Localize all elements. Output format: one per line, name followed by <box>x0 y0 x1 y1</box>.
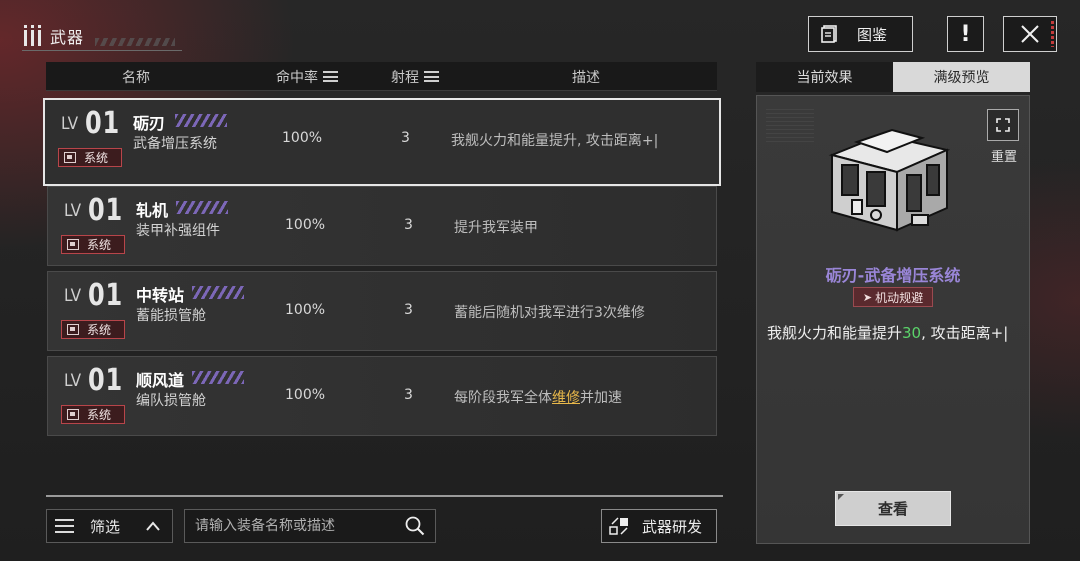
type-tag-label: 系统 <box>87 238 112 252</box>
weapon-subtitle: 蓄能损管舱 <box>136 308 206 324</box>
atlas-button[interactable]: 图鉴 <box>808 16 913 52</box>
book-icon <box>821 25 837 43</box>
weapon-description: 每阶段我军全体维修并加速 <box>454 390 622 406</box>
header-divider <box>22 50 182 51</box>
column-desc-label: 描述 <box>572 69 600 86</box>
skill-badge[interactable]: ➤ 机动规避 <box>853 287 933 307</box>
type-tag: 系统 <box>61 320 125 339</box>
filter-label: 筛选 <box>90 517 121 536</box>
level-prefix: LV <box>61 114 79 134</box>
repair-keyword-link[interactable]: 维修 <box>552 390 580 406</box>
type-tag: 系统 <box>61 405 125 424</box>
rarity-stripe <box>192 286 244 299</box>
weapon-research-button[interactable]: 武器研发 <box>601 509 717 543</box>
weapon-name: 砺刃 <box>133 114 166 133</box>
rarity-stripe <box>175 114 227 127</box>
level-prefix: LV <box>64 371 82 391</box>
rarity-stripe <box>192 371 244 384</box>
weapon-subtitle: 装甲补强组件 <box>136 223 220 239</box>
system-icon <box>67 409 79 420</box>
weapon-icon <box>24 25 41 46</box>
hit-rate: 100% <box>285 217 326 233</box>
header-decoration <box>95 38 175 46</box>
weapon-description: 我舰火力和能量提升, 攻击距离+| <box>451 133 659 149</box>
level-number: 01 <box>88 193 123 228</box>
level-number: 01 <box>85 106 120 141</box>
range-value: 3 <box>404 302 413 318</box>
reset-view-button[interactable] <box>987 109 1019 141</box>
view-button[interactable]: 查看 <box>835 491 951 526</box>
type-tag: 系统 <box>61 235 125 254</box>
close-icon <box>1021 25 1039 43</box>
table-row[interactable]: LV 01 系统 顺风道 编队损管舱 100% 3 每阶段我军全体维修并加速 <box>47 356 717 436</box>
table-row[interactable]: LV 01 系统 轧机 装甲补强组件 100% 3 提升我军装甲 <box>47 186 717 266</box>
reset-icon <box>996 118 1010 132</box>
page-title: 武器 <box>50 28 85 47</box>
table-header: 名称 命中率 射程 描述 <box>46 62 717 91</box>
panel-tabs: 当前效果 满级预览 <box>756 62 1030 92</box>
alert-button[interactable]: ! <box>947 16 984 52</box>
reset-label: 重置 <box>990 150 1017 165</box>
column-hit-sort[interactable]: 命中率 <box>276 62 338 91</box>
column-hit-label: 命中率 <box>276 69 318 86</box>
column-desc: 描述 <box>572 62 600 91</box>
table-row[interactable]: LV 01 系统 砺刃 武备增压系统 100% 3 我舰火力和能量提升, 攻击距… <box>43 98 721 186</box>
close-decoration <box>1051 21 1054 47</box>
filter-button[interactable]: 筛选 <box>46 509 173 543</box>
weapon-name: 中转站 <box>136 286 185 305</box>
bonus-value: 30 <box>902 324 922 342</box>
search-icon[interactable] <box>405 516 425 536</box>
level-number: 01 <box>88 363 123 398</box>
column-range-label: 射程 <box>391 69 419 86</box>
module-artwork <box>828 128 951 232</box>
weapon-subtitle: 武备增压系统 <box>133 136 217 152</box>
weapon-name: 顺风道 <box>136 371 185 390</box>
table-row[interactable]: LV 01 系统 中转站 蓄能损管舱 100% 3 蓄能后随机对我军进行3次维修 <box>47 271 717 351</box>
panel-decoration <box>766 108 814 142</box>
weapon-name: 轧机 <box>136 201 169 220</box>
page-header: 武器 <box>22 22 84 50</box>
search-box <box>184 509 436 543</box>
range-value: 3 <box>404 387 413 403</box>
chevron-up-icon <box>146 521 160 531</box>
weapon-description: 提升我军装甲 <box>454 220 538 236</box>
research-icon <box>609 517 628 535</box>
column-range-sort[interactable]: 射程 <box>391 62 439 91</box>
sort-icon <box>424 71 439 82</box>
weapon-research-label: 武器研发 <box>642 517 703 536</box>
bottom-divider <box>46 495 723 497</box>
item-description: 我舰火力和能量提升30, 攻击距离+| <box>767 324 1009 342</box>
level-prefix: LV <box>64 201 82 221</box>
type-tag: 系统 <box>58 148 122 167</box>
close-button[interactable] <box>1003 16 1057 52</box>
menu-icon <box>55 519 74 533</box>
atlas-button-label: 图鉴 <box>857 25 888 44</box>
hit-rate: 100% <box>285 387 326 403</box>
type-tag-label: 系统 <box>84 151 109 165</box>
system-icon <box>67 324 79 335</box>
level-prefix: LV <box>64 286 82 306</box>
column-name: 名称 <box>122 62 150 91</box>
tab-current-effect[interactable]: 当前效果 <box>756 62 893 92</box>
tab-max-level-preview[interactable]: 满级预览 <box>893 62 1030 92</box>
column-name-label: 名称 <box>122 69 150 86</box>
level-number: 01 <box>88 278 123 313</box>
search-input[interactable] <box>195 518 395 534</box>
range-value: 3 <box>404 217 413 233</box>
weapon-subtitle: 编队损管舱 <box>136 393 206 409</box>
weapon-description: 蓄能后随机对我军进行3次维修 <box>454 305 645 321</box>
system-icon <box>67 239 79 250</box>
type-tag-label: 系统 <box>87 323 112 337</box>
hit-rate: 100% <box>282 130 323 146</box>
item-title: 砺刃-武备增压系统 <box>825 266 961 285</box>
skill-badge-label: 机动规避 <box>875 290 924 305</box>
type-tag-label: 系统 <box>87 408 112 422</box>
range-value: 3 <box>401 130 410 146</box>
rarity-stripe <box>176 201 228 214</box>
arrow-icon: ➤ <box>862 290 873 304</box>
hit-rate: 100% <box>285 302 326 318</box>
system-icon <box>64 152 76 163</box>
sort-icon <box>323 71 338 82</box>
